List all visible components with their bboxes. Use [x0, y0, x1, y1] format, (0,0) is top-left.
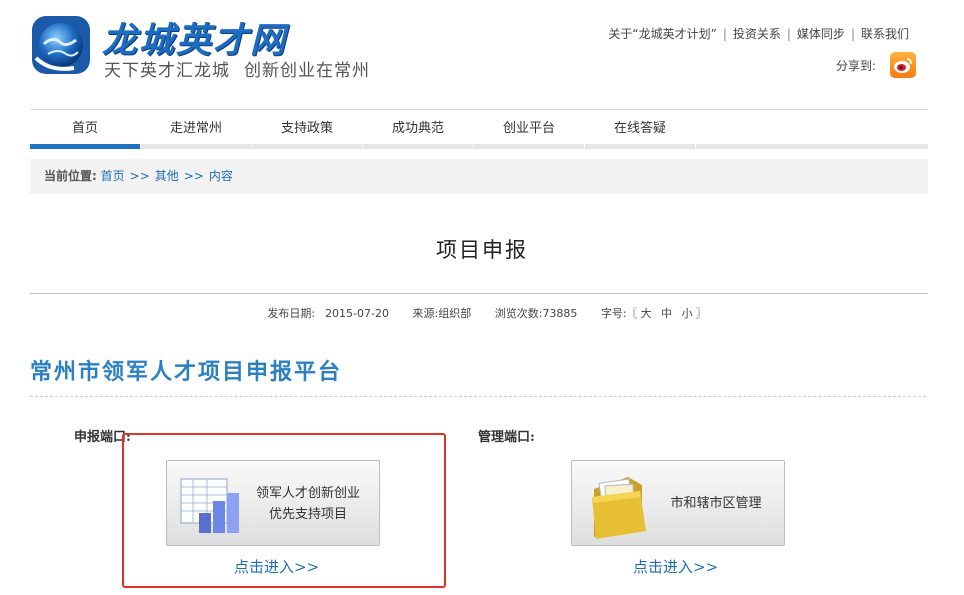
breadcrumb-other[interactable]: 其他	[155, 169, 179, 183]
folder-icon	[588, 471, 654, 545]
top-link-separator: |	[786, 27, 791, 41]
breadcrumb-label: 当前位置:	[44, 169, 97, 183]
nav-active-indicator	[30, 144, 140, 149]
dashed-divider	[30, 396, 926, 397]
nav-item-home[interactable]: 首页	[30, 112, 140, 144]
nav-item-about-changzhou[interactable]: 走进常州	[141, 112, 251, 144]
nav-item-policies[interactable]: 支持政策	[252, 112, 362, 144]
highlight-box	[122, 433, 446, 588]
font-size-small[interactable]: 小	[682, 307, 693, 320]
admin-card-text: 市和辖市区管理	[670, 496, 762, 511]
slogan-2: 创新创业在常州	[244, 61, 370, 81]
article-source: 来源:组织部	[412, 307, 472, 320]
breadcrumb: 当前位置: 首页 >> 其他 >> 内容	[30, 159, 928, 194]
top-link-investment[interactable]: 投资关系	[733, 27, 781, 41]
breadcrumb-separator: >>	[129, 169, 150, 183]
platform-title: 常州市领军人才项目申报平台	[30, 359, 343, 385]
top-link-separator: |	[850, 27, 855, 41]
admin-portal-label: 管理端口:	[478, 430, 535, 445]
nav-item-startup-platform[interactable]: 创业平台	[474, 112, 584, 144]
slogan-1: 天下英才汇龙城	[104, 61, 230, 81]
logo-globe-icon[interactable]	[30, 14, 92, 76]
admin-enter-link[interactable]: 点击进入>>	[633, 556, 718, 577]
article-title: 项目申报	[436, 238, 528, 262]
article-meta: 发布日期: 2015-07-20 来源:组织部 浏览次数:73885 字号:〖大 …	[0, 305, 964, 321]
publish-date: 发布日期: 2015-07-20	[267, 307, 389, 320]
nav-item-online-qa[interactable]: 在线答疑	[585, 112, 695, 144]
share-bar: 分享到:	[836, 52, 916, 78]
font-size-large[interactable]: 大	[641, 307, 652, 320]
top-links: 关于“龙城英才计划” | 投资关系 | 媒体同步 | 联系我们	[608, 25, 909, 42]
breadcrumb-separator: >>	[183, 169, 204, 183]
admin-portal-card[interactable]: 市和辖市区管理	[571, 460, 785, 546]
font-size-medium[interactable]: 中	[661, 307, 672, 320]
breadcrumb-home[interactable]: 首页	[101, 169, 125, 183]
view-count: 浏览次数:73885	[494, 307, 578, 320]
logo-slogan: 天下英才汇龙城 创新创业在常州	[104, 56, 384, 81]
font-size-control: 字号:〖大 中 小〗	[600, 307, 707, 320]
breadcrumb-content[interactable]: 内容	[209, 169, 233, 183]
nav-top-divider	[30, 109, 928, 110]
top-link-contact[interactable]: 联系我们	[861, 27, 909, 41]
top-link-media[interactable]: 媒体同步	[797, 27, 845, 41]
article-divider	[30, 293, 928, 294]
nav-underline	[30, 144, 928, 149]
share-label: 分享到:	[835, 58, 876, 73]
nav-item-success-stories[interactable]: 成功典范	[363, 112, 473, 144]
main-nav: 首页 走进常州 支持政策 成功典范 创业平台 在线答疑	[30, 112, 928, 149]
top-link-about[interactable]: 关于“龙城英才计划”	[608, 27, 716, 41]
top-link-separator: |	[722, 27, 727, 41]
weibo-icon[interactable]	[890, 52, 916, 78]
